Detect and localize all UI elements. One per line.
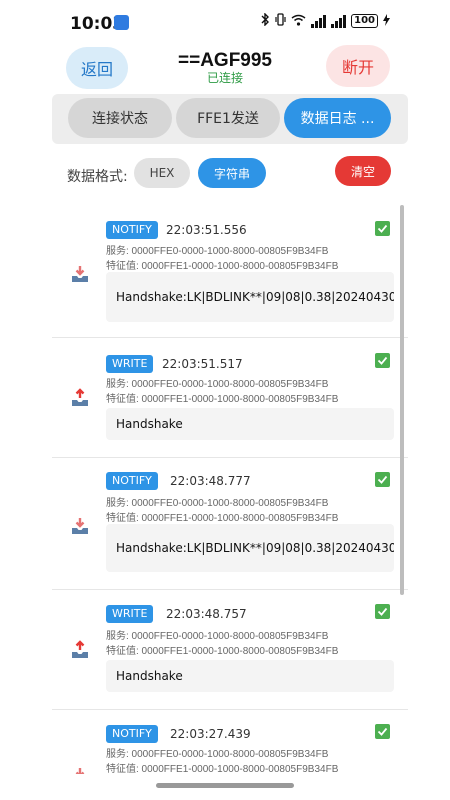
log-entry: WRITE 22:03:51.517 服务: 0000FFE0-0000-100… xyxy=(52,338,408,458)
log-time: 22:03:51.517 xyxy=(162,357,243,371)
charging-icon xyxy=(383,13,390,29)
check-icon xyxy=(375,604,390,619)
home-indicator[interactable] xyxy=(156,783,294,788)
check-icon xyxy=(375,221,390,236)
log-type-tag: NOTIFY xyxy=(106,472,158,490)
log-data: Handshake xyxy=(106,660,394,692)
log-data: Handshake xyxy=(106,408,394,440)
log-data: Handshake:LK|BDLINK**|09|08|0.38|2024043… xyxy=(106,272,394,322)
download-icon xyxy=(70,766,90,774)
service-uuid: 服务: 0000FFE0-0000-1000-8000-00805F9B34FB xyxy=(106,498,329,509)
log-entry: NOTIFY 22:03:51.556 服务: 0000FFE0-0000-10… xyxy=(52,200,408,338)
upload-icon xyxy=(70,640,90,660)
log-entry: NOTIFY 22:03:48.777 服务: 0000FFE0-0000-10… xyxy=(52,458,408,590)
characteristic-uuid: 特征值: 0000FFE1-0000-1000-8000-00805F9B34F… xyxy=(106,513,339,524)
log-time: 22:03:27.439 xyxy=(170,727,251,741)
format-hex-button[interactable]: HEX xyxy=(134,158,190,188)
vibrate-icon xyxy=(275,13,286,29)
format-string-button[interactable]: 字符串 xyxy=(198,158,266,188)
status-icons: 100 xyxy=(261,12,390,29)
cell-signal-icon-2 xyxy=(331,14,347,28)
download-icon xyxy=(70,516,90,536)
log-time: 22:03:48.777 xyxy=(170,474,251,488)
upload-icon xyxy=(70,388,90,408)
download-icon xyxy=(70,264,90,284)
log-time: 22:03:51.556 xyxy=(166,223,247,237)
characteristic-uuid: 特征值: 0000FFE1-0000-1000-8000-00805F9B34F… xyxy=(106,764,339,774)
characteristic-uuid: 特征值: 0000FFE1-0000-1000-8000-00805F9B34F… xyxy=(106,261,339,272)
check-icon xyxy=(375,472,390,487)
back-button[interactable]: 返回 xyxy=(66,47,128,89)
tab-data-log[interactable]: 数据日志 ... xyxy=(284,98,391,138)
service-uuid: 服务: 0000FFE0-0000-1000-8000-00805F9B34FB xyxy=(106,246,329,257)
check-icon xyxy=(375,724,390,739)
connection-status: 已连接 xyxy=(206,71,243,85)
disconnect-button[interactable]: 断开 xyxy=(326,45,390,87)
status-bar: 10:03 100 xyxy=(0,0,450,44)
log-type-tag: WRITE xyxy=(106,355,154,373)
characteristic-uuid: 特征值: 0000FFE1-0000-1000-8000-00805F9B34F… xyxy=(106,394,339,405)
tab-ffe1-send[interactable]: FFE1发送 xyxy=(176,98,280,138)
battery-icon: 100 xyxy=(351,14,378,28)
log-data: Handshake:LK|BDLINK**|09|08|0.38|2024043… xyxy=(106,524,394,572)
wifi-icon xyxy=(291,14,306,29)
characteristic-uuid: 特征值: 0000FFE1-0000-1000-8000-00805F9B34F… xyxy=(106,646,339,657)
log-type-tag: NOTIFY xyxy=(106,221,158,239)
format-label: 数据格式: xyxy=(67,169,128,185)
clear-button[interactable]: 清空 xyxy=(335,156,391,186)
check-icon xyxy=(375,353,390,368)
service-uuid: 服务: 0000FFE0-0000-1000-8000-00805F9B34FB xyxy=(106,749,329,760)
service-uuid: 服务: 0000FFE0-0000-1000-8000-00805F9B34FB xyxy=(106,631,329,642)
usb-debug-icon xyxy=(114,15,129,30)
log-entry: NOTIFY 22:03:27.439 服务: 0000FFE0-0000-10… xyxy=(52,710,408,774)
log-list[interactable]: NOTIFY 22:03:51.556 服务: 0000FFE0-0000-10… xyxy=(52,200,408,774)
log-type-tag: NOTIFY xyxy=(106,725,158,743)
log-time: 22:03:48.757 xyxy=(166,607,247,621)
scrollbar[interactable] xyxy=(400,205,404,595)
log-type-tag: WRITE xyxy=(106,605,154,623)
log-entry: WRITE 22:03:48.757 服务: 0000FFE0-0000-100… xyxy=(52,590,408,710)
bluetooth-icon xyxy=(261,12,270,29)
tab-connection-status[interactable]: 连接状态 xyxy=(68,98,172,138)
tab-bar: 连接状态 FFE1发送 数据日志 ... xyxy=(52,94,408,144)
cell-signal-icon xyxy=(311,14,327,28)
service-uuid: 服务: 0000FFE0-0000-1000-8000-00805F9B34FB xyxy=(106,379,329,390)
